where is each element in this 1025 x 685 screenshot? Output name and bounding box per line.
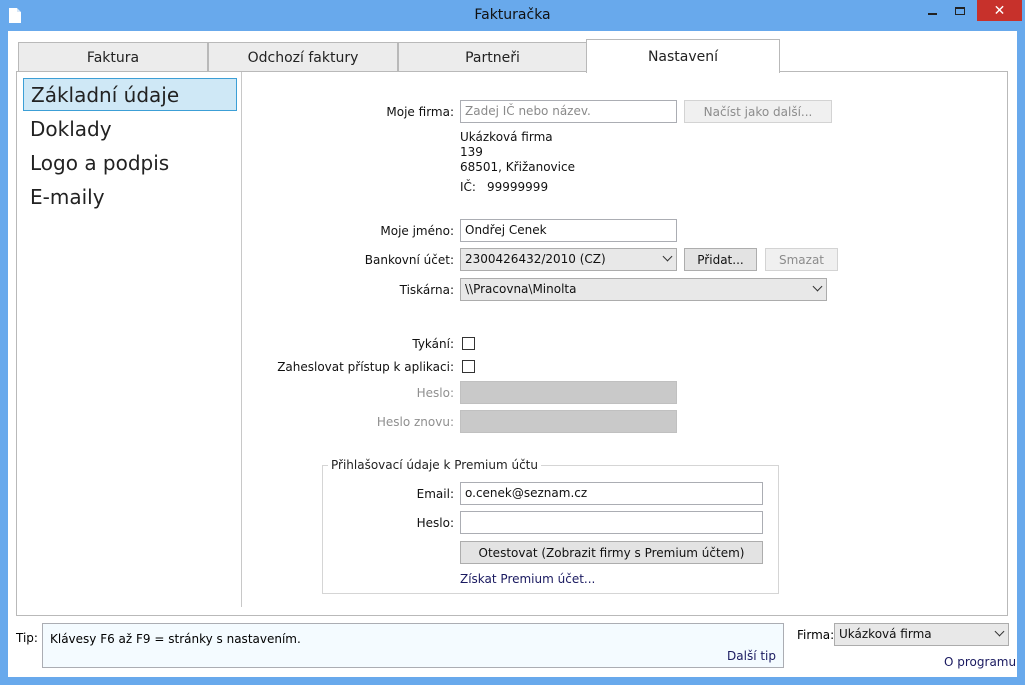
password-input[interactable] xyxy=(460,381,677,404)
chevron-down-icon xyxy=(812,281,823,292)
company-name: Ukázková firma xyxy=(460,130,553,144)
tip-box: Klávesy F6 až F9 = stránky s nastavením.… xyxy=(42,623,784,668)
my-company-label: Moje firma: xyxy=(386,105,454,119)
minimize-icon xyxy=(928,12,937,15)
premium-email-input[interactable]: o.cenek@seznam.cz xyxy=(460,482,763,505)
company-street: 139 xyxy=(460,145,483,159)
password-label: Heslo: xyxy=(416,386,454,400)
premium-email-label: Email: xyxy=(416,487,454,501)
client-area: Faktura Odchozí faktury Partneři Nastave… xyxy=(8,31,1017,677)
firma-value: Ukázková firma xyxy=(839,627,932,641)
chevron-down-icon xyxy=(994,626,1005,637)
printer-value: \\Pracovna\Minolta xyxy=(465,282,577,296)
settings-sidebar: Základní údaje Doklady Logo a podpis E-m… xyxy=(17,72,242,607)
my-name-label: Moje jméno: xyxy=(380,224,454,238)
minimize-button[interactable] xyxy=(919,0,946,21)
company-search-input[interactable]: Zadej IČ nebo název. xyxy=(460,100,677,123)
premium-password-label: Heslo: xyxy=(416,516,454,530)
bank-account-label: Bankovní účet: xyxy=(364,253,454,267)
bank-account-value: 2300426432/2010 (CZ) xyxy=(465,252,606,266)
maximize-button[interactable] xyxy=(946,0,973,21)
sidebar-item-zakladni-udaje[interactable]: Základní údaje xyxy=(23,78,237,111)
load-as-next-button[interactable]: Načíst jako další... xyxy=(684,100,832,123)
tab-label: Faktura xyxy=(86,49,140,66)
company-ic-value: 99999999 xyxy=(487,180,549,194)
tab-odchozi-faktury[interactable]: Odchozí faktury xyxy=(208,42,398,72)
sidebar-item-doklady[interactable]: Doklady xyxy=(23,113,237,146)
close-button[interactable]: ✕ xyxy=(977,0,1022,21)
printer-select[interactable]: \\Pracovna\Minolta xyxy=(460,278,827,301)
bank-account-select[interactable]: 2300426432/2010 (CZ) xyxy=(460,248,677,271)
tykani-label: Tykání: xyxy=(412,337,454,351)
password-again-label: Heslo znovu: xyxy=(376,415,454,429)
premium-password-input[interactable] xyxy=(460,511,763,534)
window-title: Fakturačka xyxy=(474,7,551,23)
sidebar-item-e-maily[interactable]: E-maily xyxy=(23,181,237,214)
firma-label: Firma: xyxy=(797,628,835,642)
tab-nastaveni[interactable]: Nastavení xyxy=(586,39,780,73)
password-again-input[interactable] xyxy=(460,410,677,433)
tab-faktura[interactable]: Faktura xyxy=(18,42,208,72)
close-icon: ✕ xyxy=(993,2,1006,19)
app-window: Fakturačka ✕ Faktura Odchozí faktury Par… xyxy=(0,0,1025,685)
my-name-input[interactable]: Ondřej Cenek xyxy=(460,219,677,242)
premium-group-legend: Přihlašovací údaje k Premium účtu xyxy=(328,458,541,472)
tab-label: Nastavení xyxy=(647,48,719,65)
password-protect-checkbox[interactable] xyxy=(462,360,475,373)
test-premium-button[interactable]: Otestovat (Zobrazit firmy s Premium účte… xyxy=(460,541,763,564)
chevron-down-icon xyxy=(662,251,673,262)
maximize-icon xyxy=(954,6,965,15)
firma-select[interactable]: Ukázková firma xyxy=(834,623,1009,646)
delete-bank-account-button[interactable]: Smazat xyxy=(765,248,838,271)
settings-panel: Základní údaje Doklady Logo a podpis E-m… xyxy=(16,71,1008,616)
tip-label: Tip: xyxy=(16,631,38,645)
tab-partneri[interactable]: Partneři xyxy=(398,42,587,72)
next-tip-link[interactable]: Další tip xyxy=(727,649,776,663)
company-ic-label: IČ: xyxy=(460,180,476,194)
tab-label: Partneři xyxy=(465,49,520,66)
company-city: 68501, Křižanovice xyxy=(460,160,575,174)
tab-label: Odchozí faktury xyxy=(247,49,359,66)
tip-text: Klávesy F6 až F9 = stránky s nastavením. xyxy=(50,632,301,646)
get-premium-link[interactable]: Získat Premium účet... xyxy=(460,572,595,586)
password-protect-label: Zaheslovat přístup k aplikaci: xyxy=(277,360,454,374)
printer-label: Tiskárna: xyxy=(399,283,454,297)
about-link[interactable]: O programu xyxy=(944,655,1016,669)
tykani-checkbox[interactable] xyxy=(462,337,475,350)
sidebar-item-logo-a-podpis[interactable]: Logo a podpis xyxy=(23,147,237,180)
title-bar: Fakturačka ✕ xyxy=(0,0,1025,31)
add-bank-account-button[interactable]: Přidat... xyxy=(684,248,757,271)
